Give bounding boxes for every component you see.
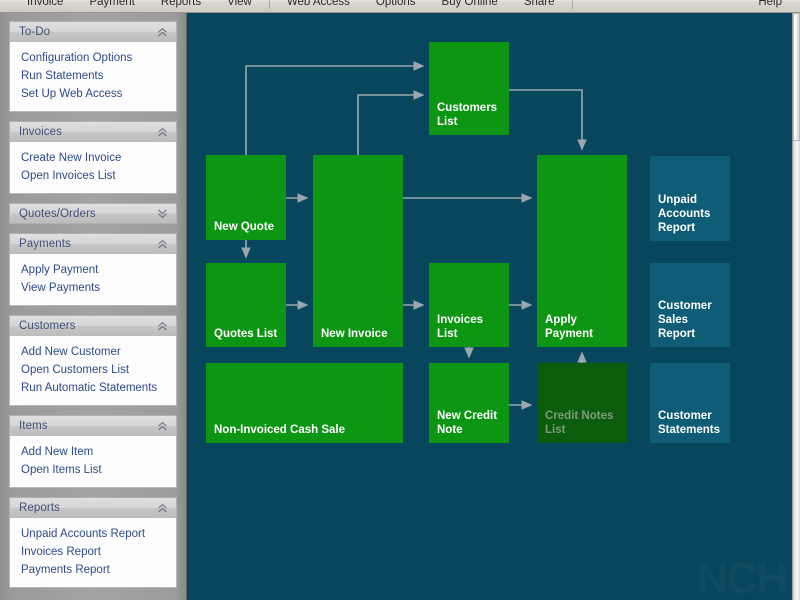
- watermark-logo: NCH: [697, 554, 786, 600]
- flow-connector-customers-list-to-apply-payment: [509, 89, 587, 151]
- sidebar-link-view-payments[interactable]: View Payments: [10, 279, 176, 297]
- sidebar-group-body-reports: Unpaid Accounts Report Invoices Report Pay…: [9, 518, 177, 588]
- sidebar-group-title: Customers: [19, 320, 76, 332]
- menu-item-invoice[interactable]: Invoice: [14, 0, 76, 13]
- menu-item-payment[interactable]: Payment: [76, 0, 147, 13]
- chevron-down-double-icon[interactable]: [157, 208, 168, 219]
- flow-node-customer-statements[interactable]: Customer Statements: [650, 363, 730, 443]
- chevron-up-double-icon[interactable]: [157, 503, 168, 514]
- sidebar-group-invoices: Invoices Create New Invoice Open Invoices …: [9, 121, 177, 194]
- flow-node-label: New Credit Note: [437, 410, 498, 436]
- sidebar-link-invoices-report[interactable]: Invoices Report: [10, 543, 176, 561]
- sidebar-group-customers: Customers Add New Customer Open Customers …: [9, 315, 177, 406]
- flow-node-label: Non-Invoiced Cash Sale: [214, 424, 346, 436]
- flow-node-customers-list[interactable]: Customers List: [429, 42, 509, 135]
- sidebar-group-title: Items: [19, 420, 48, 432]
- sidebar-group-header-reports[interactable]: Reports: [9, 497, 177, 518]
- sidebar-group-header-quotes-orders[interactable]: Quotes/Orders: [9, 203, 177, 224]
- sidebar-group-title: To-Do: [19, 26, 51, 38]
- flow-connector-new-invoice-to-customers-list: [357, 90, 425, 155]
- menu-separator-2: [571, 0, 573, 9]
- flow-node-label: Credit Notes List: [545, 410, 614, 436]
- sidebar-link-add-new-item[interactable]: Add New Item: [10, 443, 176, 461]
- flow-node-new-invoice[interactable]: New Invoice: [313, 155, 403, 347]
- flow-node-label: Quotes List: [214, 328, 278, 340]
- flow-node-label: Unpaid Accounts Report: [658, 194, 711, 234]
- flow-node-non-invoiced-sale[interactable]: Non-Invoiced Cash Sale: [206, 363, 403, 443]
- sidebar-group-body-to-do: Configuration Options Run Statements Set U…: [9, 42, 177, 112]
- menu-item-help[interactable]: Help: [745, 0, 800, 13]
- flow-node-label: Apply Payment: [545, 314, 593, 340]
- sidebar-group-list: To-Do Configuration Options Run Statements…: [0, 13, 186, 588]
- sidebar-link-open-items-list[interactable]: Open Items List: [10, 461, 176, 479]
- sidebar-group-title: Invoices: [19, 126, 62, 138]
- sidebar-link-open-customers-list[interactable]: Open Customers List: [10, 361, 176, 379]
- sidebar-link-unpaid-accounts-report[interactable]: Unpaid Accounts Report: [10, 525, 176, 543]
- sidebar-group-to-do: To-Do Configuration Options Run Statements…: [9, 21, 177, 112]
- sidebar-group-header-payments[interactable]: Payments: [9, 233, 177, 254]
- sidebar-group-items: Items Add New Item Open Items List: [9, 415, 177, 488]
- flow-node-label: Customers List: [437, 102, 498, 128]
- sidebar-group-title: Payments: [19, 238, 71, 250]
- flow-node-label: Customer Statements: [658, 410, 720, 436]
- menu-item-options[interactable]: Options: [363, 0, 429, 13]
- sidebar-group-header-to-do[interactable]: To-Do: [9, 21, 177, 42]
- sidebar-group-header-items[interactable]: Items: [9, 415, 177, 436]
- flow-node-unpaid-accounts[interactable]: Unpaid Accounts Report: [650, 156, 730, 241]
- flow-node-new-credit-note[interactable]: New Credit Note: [429, 363, 509, 443]
- sidebar-group-body-payments: Apply Payment View Payments: [9, 254, 177, 306]
- sidebar-group-reports: Reports Unpaid Accounts Report Invoices Re…: [9, 497, 177, 588]
- sidebar-group-title: Quotes/Orders: [19, 207, 96, 220]
- flow-node-label: New Quote: [214, 221, 275, 233]
- flow-node-credit-notes-list: Credit Notes List: [537, 363, 627, 443]
- flow-node-customer-sales[interactable]: Customer Sales Report: [650, 263, 730, 347]
- workflow-canvas: Customers List New Quote New Invoice Apply Pa…: [187, 13, 792, 600]
- sidebar-group-header-invoices[interactable]: Invoices: [9, 121, 177, 142]
- chevron-up-double-icon[interactable]: [157, 321, 168, 332]
- chevron-up-double-icon[interactable]: [157, 421, 168, 432]
- menu-item-share[interactable]: Share: [511, 0, 568, 13]
- flow-node-invoices-list[interactable]: Invoices List: [429, 263, 509, 347]
- flow-connector-new-quote-to-customers-list: [245, 61, 425, 155]
- flow-node-label: Invoices List: [437, 314, 484, 340]
- vertical-scrollbar[interactable]: [792, 13, 800, 600]
- scrollbar-thumb[interactable]: [793, 13, 800, 141]
- sidebar-group-body-items: Add New Item Open Items List: [9, 436, 177, 488]
- sidebar-group-body-invoices: Create New Invoice Open Invoices List: [9, 142, 177, 194]
- sidebar-group-payments: Payments Apply Payment View Payments: [9, 233, 177, 306]
- menu-separator: [268, 0, 270, 9]
- sidebar-link-apply-payment[interactable]: Apply Payment: [10, 261, 176, 279]
- sidebar-link-create-new-invoice[interactable]: Create New Invoice: [10, 149, 176, 167]
- flow-node-apply-payment[interactable]: Apply Payment: [537, 155, 627, 347]
- chevron-up-double-icon[interactable]: [157, 127, 168, 138]
- application-window: Invoice Payment Reports View Web Access …: [0, 0, 800, 600]
- menu-item-web-access[interactable]: Web Access: [274, 0, 363, 13]
- sidebar-link-run-statements[interactable]: Run Statements: [10, 67, 176, 85]
- sidebar-group-body-customers: Add New Customer Open Customers List Run A…: [9, 336, 177, 406]
- sidebar-group-quotes-orders: Quotes/Orders: [9, 203, 177, 224]
- sidebar-group-header-customers[interactable]: Customers: [9, 315, 177, 336]
- flow-node-label: Customer Sales Report: [658, 300, 712, 340]
- sidebar-link-open-invoices-list[interactable]: Open Invoices List: [10, 167, 176, 185]
- sidebar-group-title: Reports: [19, 502, 60, 514]
- menu-bar: Invoice Payment Reports View Web Access …: [0, 0, 800, 13]
- menu-item-view[interactable]: View: [214, 0, 265, 13]
- sidebar-link-add-new-customer[interactable]: Add New Customer: [10, 343, 176, 361]
- flow-node-new-quote[interactable]: New Quote: [206, 155, 286, 240]
- menu-item-buy-online[interactable]: Buy Online: [429, 0, 511, 13]
- sidebar-link-configuration-options[interactable]: Configuration Options: [10, 49, 176, 67]
- flow-node-quotes-list[interactable]: Quotes List: [206, 263, 286, 347]
- flow-node-label: New Invoice: [321, 328, 388, 340]
- sidebar-link-run-automatic-statements[interactable]: Run Automatic Statements: [10, 379, 176, 397]
- sidebar-link-set-up-web-access[interactable]: Set Up Web Access: [10, 85, 176, 103]
- sidebar: To-Do Configuration Options Run Statements…: [0, 13, 187, 600]
- sidebar-link-payments-report[interactable]: Payments Report: [10, 561, 176, 579]
- menu-item-reports[interactable]: Reports: [148, 0, 214, 13]
- chevron-up-double-icon[interactable]: [157, 239, 168, 250]
- chevron-up-double-icon[interactable]: [157, 27, 168, 38]
